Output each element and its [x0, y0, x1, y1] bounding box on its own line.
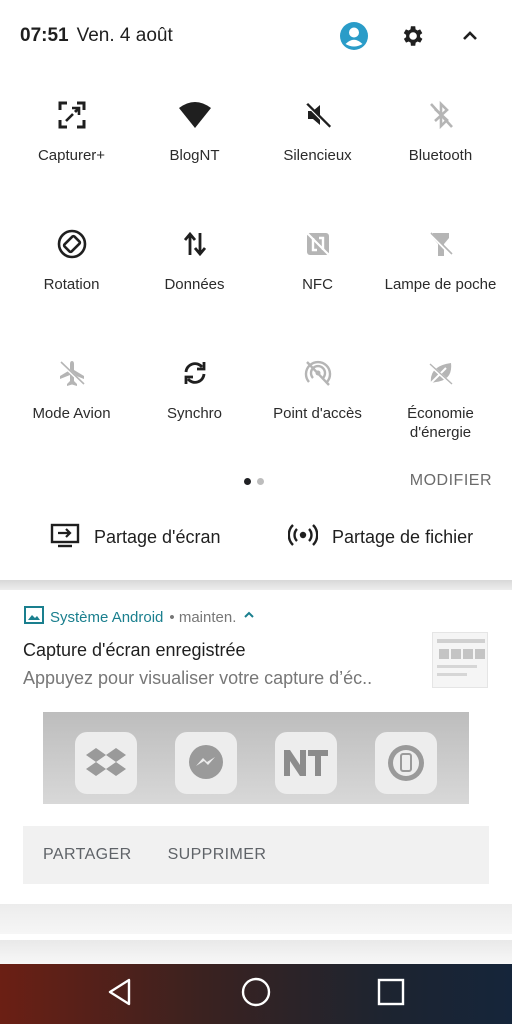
modifier-button[interactable]: MODIFIER [410, 472, 492, 490]
data-icon [178, 227, 212, 261]
delete-button[interactable]: SUPPRIMER [168, 846, 267, 864]
recent-square-icon [376, 977, 406, 1012]
pager-dots[interactable] [244, 478, 264, 485]
screenshot-notification[interactable]: Système Android • mainten. Capture d'écr… [0, 590, 512, 900]
tile-donnees[interactable]: Données [133, 221, 256, 350]
chevron-up-icon[interactable] [242, 608, 256, 626]
tile-point-acces[interactable]: Point d'accès [256, 350, 379, 479]
notification-actions: PARTAGER SUPPRIMER [23, 826, 489, 884]
home-circle-icon [240, 976, 272, 1013]
tile-label: BlogNT [169, 147, 220, 164]
screenshot-preview[interactable] [43, 712, 469, 804]
find-device-app-icon [375, 732, 437, 794]
tile-bluetooth[interactable]: Bluetooth [379, 92, 502, 221]
tile-label: Capturer+ [37, 147, 106, 164]
status-bar: 07:51 Ven. 4 août [0, 0, 512, 72]
airplane-icon [55, 356, 89, 390]
stacked-notification-edge [0, 940, 512, 964]
tile-label: Point d'accès [273, 405, 362, 422]
file-share-label: Partage de fichier [332, 527, 474, 547]
tile-label: Rotation [43, 276, 100, 293]
pager-dot-1[interactable] [244, 478, 251, 485]
status-actions [338, 20, 486, 52]
gear-icon[interactable] [396, 20, 428, 52]
navigation-bar [0, 964, 512, 1024]
cast-screen-icon [50, 522, 80, 553]
rotation-icon [55, 227, 89, 261]
tile-label: NFC [302, 276, 333, 293]
messenger-app-icon [175, 732, 237, 794]
notification-title: Capture d'écran enregistrée [23, 640, 246, 660]
stacked-notification-edge [0, 904, 512, 934]
back-triangle-icon [105, 977, 135, 1012]
mute-icon [301, 98, 335, 132]
tile-label: Économie d'énergie [407, 405, 474, 441]
status-time: 07:51 [20, 25, 69, 46]
quick-settings-grid: Capturer+ BlogNT Silencieux Bluetooth Ro… [10, 92, 502, 479]
notification-text: Appuyez pour visualiser votre capture d’… [23, 668, 373, 688]
screenshot-icon [55, 98, 89, 132]
nfc-icon [301, 227, 335, 261]
image-icon [24, 606, 44, 628]
blognt-app-icon [275, 732, 337, 794]
battery-saver-icon [424, 356, 458, 390]
tile-label: Bluetooth [408, 147, 473, 164]
notification-time: • mainten. [169, 608, 237, 626]
share-button[interactable]: PARTAGER [43, 846, 132, 864]
notification-header: Système Android • mainten. [24, 606, 256, 628]
tile-label: Synchro [166, 405, 223, 422]
pager-dot-2[interactable] [257, 478, 264, 485]
tile-rotation[interactable]: Rotation [10, 221, 133, 350]
tile-label: Lampe de poche [384, 276, 497, 293]
tile-synchro[interactable]: Synchro [133, 350, 256, 479]
tile-capturer[interactable]: Capturer+ [10, 92, 133, 221]
file-share-button[interactable]: Partage de fichier [287, 522, 474, 553]
back-button[interactable] [98, 972, 142, 1016]
user-avatar-icon[interactable] [338, 20, 370, 52]
tile-wifi[interactable]: BlogNT [133, 92, 256, 221]
tile-label: Mode Avion [32, 405, 111, 422]
dropbox-app-icon [75, 732, 137, 794]
screen-share-button[interactable]: Partage d'écran [50, 522, 221, 553]
sync-icon [178, 356, 212, 390]
home-button[interactable] [234, 972, 278, 1016]
chevron-up-icon[interactable] [454, 20, 486, 52]
flashlight-icon [424, 227, 458, 261]
recent-apps-button[interactable] [369, 972, 413, 1016]
tile-lampe[interactable]: Lampe de poche [379, 221, 502, 350]
tile-mode-avion[interactable]: Mode Avion [10, 350, 133, 479]
screen-share-label: Partage d'écran [94, 527, 221, 547]
shortcuts-row: Partage d'écran Partage de fichier [0, 522, 512, 566]
tile-label: Données [164, 276, 225, 293]
tile-nfc[interactable]: NFC [256, 221, 379, 350]
wifi-icon [178, 98, 212, 132]
tile-silencieux[interactable]: Silencieux [256, 92, 379, 221]
broadcast-icon [287, 522, 319, 553]
hotspot-icon [301, 356, 335, 390]
notification-app-name: Système Android [50, 608, 164, 626]
bluetooth-icon [424, 98, 458, 132]
tile-economie[interactable]: Économie d'énergie [379, 350, 502, 479]
tile-label: Silencieux [283, 147, 352, 164]
status-date: Ven. 4 août [76, 25, 173, 46]
screenshot-thumbnail [432, 632, 488, 688]
